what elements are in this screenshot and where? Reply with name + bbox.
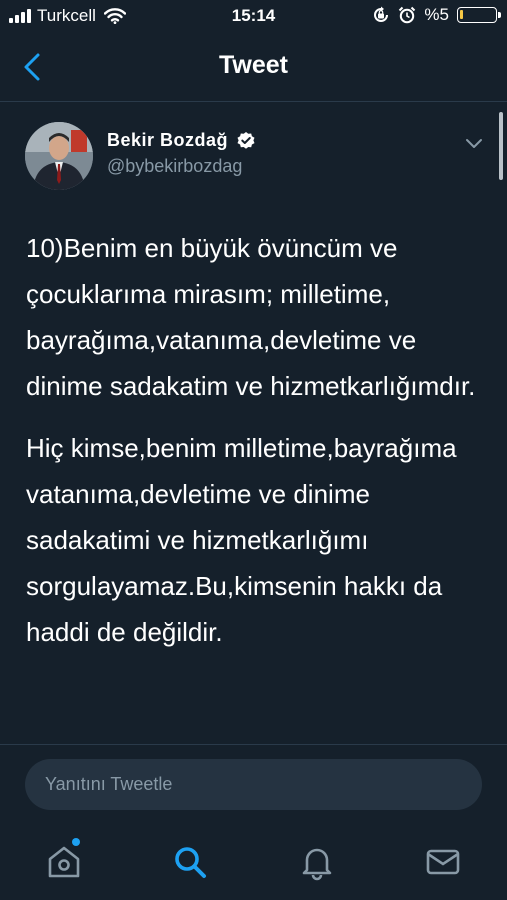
notifications-bell-icon[interactable] — [297, 842, 337, 882]
status-right: %5 — [372, 5, 501, 25]
alarm-icon — [399, 6, 416, 24]
divider — [0, 744, 507, 745]
home-icon[interactable] — [44, 842, 84, 882]
author-name: Bekir Bozdağ — [107, 130, 229, 150]
tweet-author-header: Bekir Bozdağ @bybekirbozdag — [25, 122, 495, 192]
battery-level-fill — [460, 10, 463, 19]
verified-badge-icon — [237, 131, 255, 149]
notification-dot — [72, 838, 80, 846]
avatar-image — [25, 122, 93, 190]
search-icon[interactable] — [170, 842, 210, 882]
navigation-bar: Tweet — [0, 34, 507, 102]
reply-input[interactable]: Yanıtını Tweetle — [25, 759, 482, 810]
tab-bar — [0, 826, 507, 900]
reply-placeholder: Yanıtını Tweetle — [45, 774, 173, 794]
avatar[interactable] — [25, 122, 93, 190]
battery-percent: %5 — [424, 5, 449, 24]
battery-icon — [457, 7, 501, 23]
author-handle[interactable]: @bybekirbozdag — [107, 156, 242, 177]
chevron-down-icon[interactable] — [463, 132, 485, 154]
tweet-text: 10)Benim en büyük övüncüm ve çocuklarıma… — [26, 225, 476, 671]
status-bar: Turkcell 15:14 %5 — [0, 0, 507, 34]
tweet-paragraph: 10)Benim en büyük övüncüm ve çocuklarıma… — [26, 233, 476, 401]
scroll-indicator — [499, 112, 503, 180]
tweet-paragraph: Hiç kimse,benim milletime,bayrağıma vata… — [26, 433, 457, 647]
messages-envelope-icon[interactable] — [423, 842, 463, 882]
author-name-row[interactable]: Bekir Bozdağ — [107, 130, 256, 151]
page-title: Tweet — [219, 51, 288, 79]
rotation-lock-icon — [374, 6, 389, 22]
